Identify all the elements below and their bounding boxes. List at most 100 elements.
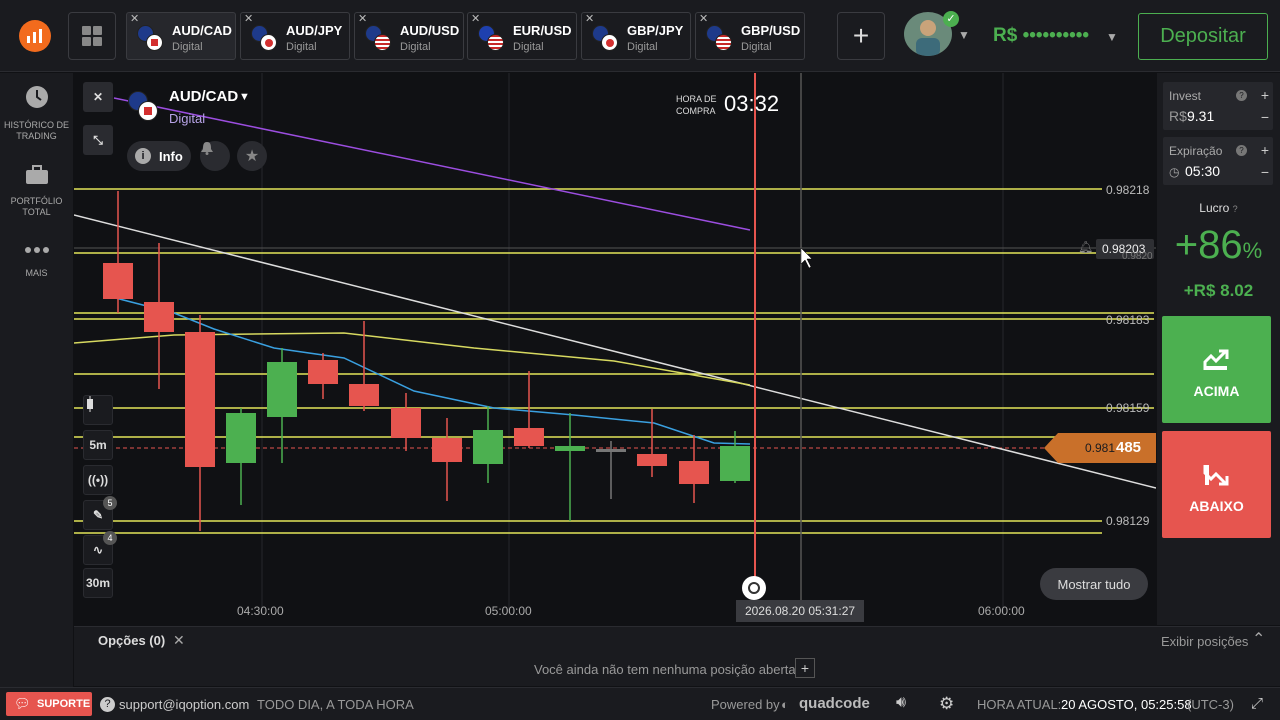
candle-body [185,332,215,467]
price-chart[interactable]: ✕ ⤡ AUD/CAD ▼ Digital i Info ★ HORA DE C… [74,73,1156,625]
show-all-button[interactable]: Mostrar tudo [1040,568,1148,600]
pencil-icon: ✎ [92,508,104,522]
up-button[interactable]: ACIMA [1162,316,1271,423]
tab-aud-usd[interactable]: ✕ AUD/USD Digital [354,12,464,60]
timeframe-button[interactable]: 5m [83,430,113,460]
help-icon[interactable]: ? [1236,90,1247,101]
percent-sign: % [1242,238,1263,263]
flag-icon [706,25,732,51]
close-options-icon[interactable]: ✕ [173,632,185,649]
expiration-value[interactable]: 05:30 [1185,163,1220,179]
invest-field[interactable]: Invest ? R$ 9.31 + − [1163,82,1273,130]
close-tab-icon[interactable]: ✕ [358,13,367,25]
tab-label: AUD/JPY [286,23,343,38]
indicator-wave-icon: ∿ [92,543,104,557]
plus-icon[interactable]: + [1261,143,1269,157]
balance-display[interactable]: R$ •••••••••• [993,25,1089,47]
iqoption-logo-icon[interactable] [19,20,51,52]
add-asset-button[interactable]: + [837,12,885,60]
asset-grid-button[interactable] [68,12,116,60]
tab-label: EUR/USD [513,23,572,38]
favorite-button[interactable]: ★ [237,141,267,171]
flag-icon [128,91,160,123]
help-icon[interactable]: ? [1233,204,1238,214]
profit-percent: +86 [1174,223,1243,267]
flag-icon [365,25,391,51]
expiration-field[interactable]: Expiração ? ◷ 05:30 + − [1163,137,1273,185]
candlestick-icon [87,396,93,412]
tab-gbp-jpy[interactable]: ✕ GBP/JPY Digital [581,12,691,60]
collapse-chart-button[interactable]: ⤡ [83,125,113,155]
trend-up-icon [1203,349,1228,370]
balance-chevron-down-icon[interactable]: ▼ [1106,30,1118,44]
info-icon: i [135,148,151,164]
minus-icon[interactable]: − [1261,165,1269,179]
chevron-up-icon[interactable]: ⌃ [1252,629,1265,649]
time-axis-label: 06:00:00 [978,604,1025,618]
close-tab-icon[interactable]: ✕ [130,13,139,25]
alert-bell-icon[interactable]: 🔔︎ [1078,240,1093,254]
flag-icon [251,25,277,51]
candle-body [226,413,256,463]
collapse-icon: ⤡ [93,132,103,147]
invest-currency: R$ [1169,108,1187,124]
interval-button[interactable]: 30m [83,568,113,598]
tab-aud-jpy[interactable]: ✕ AUD/JPY Digital [240,12,350,60]
invest-label: Invest [1169,89,1202,103]
candle-body [391,408,421,438]
close-tab-icon[interactable]: ✕ [471,13,480,25]
purchase-time-label: HORA DE COMPRA [676,94,717,116]
price-level-label: 0.9820 [1122,251,1153,262]
tab-sublabel: Digital [172,41,203,53]
star-icon: ★ [244,148,260,165]
briefcase-icon [25,165,48,184]
candle-body [596,449,626,452]
tab-eur-usd[interactable]: ✕ EUR/USD Digital [467,12,577,60]
speaker-icon[interactable]: 🔊︎ [896,694,906,712]
tab-label: GBP/JPY [627,23,684,38]
invest-value[interactable]: 9.31 [1187,108,1214,124]
signals-button[interactable]: ((•)) [83,465,113,495]
current-price-main: 0.981 [1085,441,1116,455]
down-label: ABAIXO [1189,498,1244,514]
candle-body [349,384,379,406]
chart-type-button[interactable] [83,395,113,425]
show-positions-link[interactable]: Exibir posições [1161,634,1248,649]
plus-icon[interactable]: + [1261,88,1269,102]
tab-gbp-usd[interactable]: ✕ GBP/USD Digital [695,12,805,60]
top-bar: ✕ AUD/CAD Digital ✕ AUD/JPY Digital ✕ AU… [0,0,1280,72]
tab-sublabel: Digital [400,41,431,53]
support-email[interactable]: support@iqoption.com [119,697,249,712]
asset-chevron-down-icon[interactable]: ▼ [239,91,250,103]
tab-sublabel: Digital [741,41,772,53]
profile-chevron-down-icon[interactable]: ▼ [958,28,970,42]
fullscreen-icon[interactable]: ⤢ [1251,695,1263,712]
info-button[interactable]: i Info [127,141,191,171]
plus-icon: + [852,20,870,51]
close-tab-icon[interactable]: ✕ [585,13,594,25]
tab-aud-cad[interactable]: ✕ AUD/CAD Digital [126,12,236,60]
minus-icon[interactable]: − [1261,110,1269,124]
clock-icon: ◷ [1169,165,1180,179]
trend-down-icon [1203,465,1228,486]
asset-name[interactable]: AUD/CAD [169,88,238,105]
left-sidebar: HISTÓRICO DE TRADING PORTFÓLIO TOTAL MAI… [0,73,73,687]
sidebar-item-trading-history[interactable]: HISTÓRICO DE TRADING [0,85,73,142]
down-button[interactable]: ABAIXO [1162,431,1271,538]
support-button[interactable]: 💬︎ SUPORTE [6,692,92,716]
add-position-button[interactable]: + [795,658,815,678]
close-chart-button[interactable]: ✕ [83,82,113,112]
close-tab-icon[interactable]: ✕ [244,13,253,25]
help-icon[interactable]: ? [1236,145,1247,156]
gear-icon[interactable]: ⚙ [939,694,954,714]
sidebar-item-portfolio[interactable]: PORTFÓLIO TOTAL [0,165,73,218]
close-tab-icon[interactable]: ✕ [699,13,708,25]
bell-button[interactable] [200,141,230,171]
deposit-button[interactable]: Depositar [1138,13,1268,60]
profit-percent-display: +86% [1157,223,1280,268]
broadcast-icon: ((•)) [87,473,109,487]
bell-icon [201,142,213,155]
sidebar-item-more[interactable]: MAIS [0,245,73,279]
options-tab[interactable]: Opções (0) [98,633,165,648]
candle-body [308,360,338,384]
